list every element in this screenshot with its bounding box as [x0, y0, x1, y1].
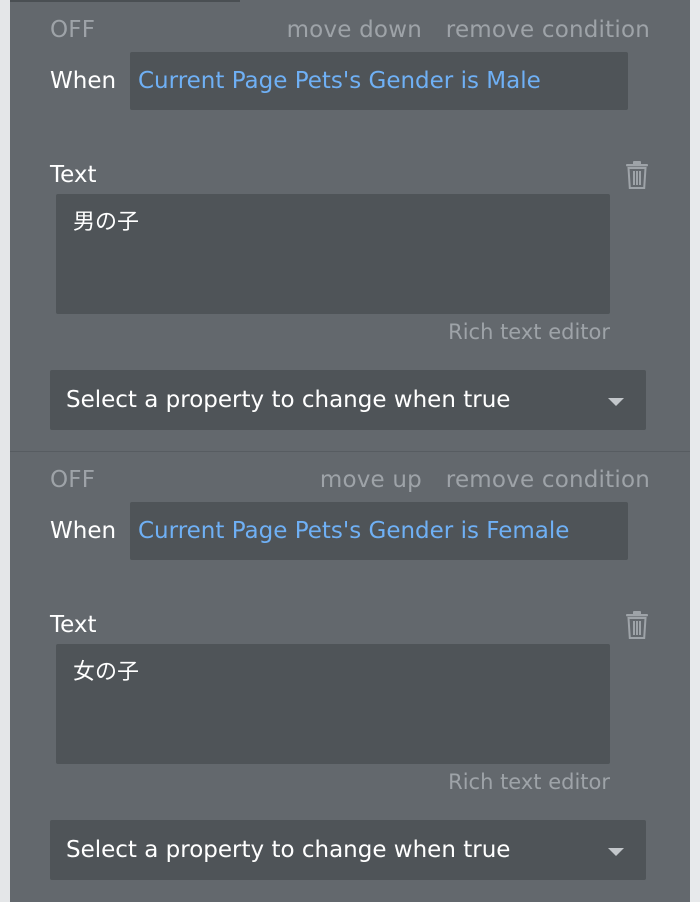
remove-condition-link[interactable]: remove condition: [446, 464, 650, 496]
condition-header: OFF move down remove condition: [10, 14, 690, 46]
conditional-panel: OFF move down remove condition When Curr…: [10, 0, 690, 902]
property-label: Text: [50, 612, 97, 638]
trash-icon[interactable]: [625, 611, 649, 639]
property-label: Text: [50, 162, 97, 188]
property-select-placeholder: Select a property to change when true: [66, 837, 511, 863]
condition-block-1: OFF move down remove condition When Curr…: [10, 0, 690, 450]
condition-block-2: OFF move up remove condition When Curren…: [10, 450, 690, 900]
when-label: When: [50, 518, 117, 544]
property-select[interactable]: Select a property to change when true: [50, 820, 646, 880]
rich-text-editor-link[interactable]: Rich text editor: [448, 766, 610, 798]
condition-state-label: OFF: [50, 467, 96, 493]
text-value-input[interactable]: 女の子: [56, 644, 610, 764]
condition-state-label: OFF: [50, 17, 96, 43]
trash-icon[interactable]: [625, 161, 649, 189]
remove-condition-link[interactable]: remove condition: [446, 14, 650, 46]
condition-header: OFF move up remove condition: [10, 464, 690, 496]
when-label: When: [50, 68, 117, 94]
when-expression-field[interactable]: Current Page Pets's Gender is Male: [130, 52, 628, 110]
chevron-down-icon: [608, 848, 624, 856]
property-select[interactable]: Select a property to change when true: [50, 370, 646, 430]
rich-text-editor-link[interactable]: Rich text editor: [448, 316, 610, 348]
move-up-link[interactable]: move up: [320, 464, 422, 496]
move-down-link[interactable]: move down: [287, 14, 422, 46]
window-edge: [690, 0, 700, 902]
text-value-input[interactable]: 男の子: [56, 194, 610, 314]
chevron-down-icon: [608, 398, 624, 406]
property-select-placeholder: Select a property to change when true: [66, 387, 511, 413]
when-expression-field[interactable]: Current Page Pets's Gender is Female: [130, 502, 628, 560]
